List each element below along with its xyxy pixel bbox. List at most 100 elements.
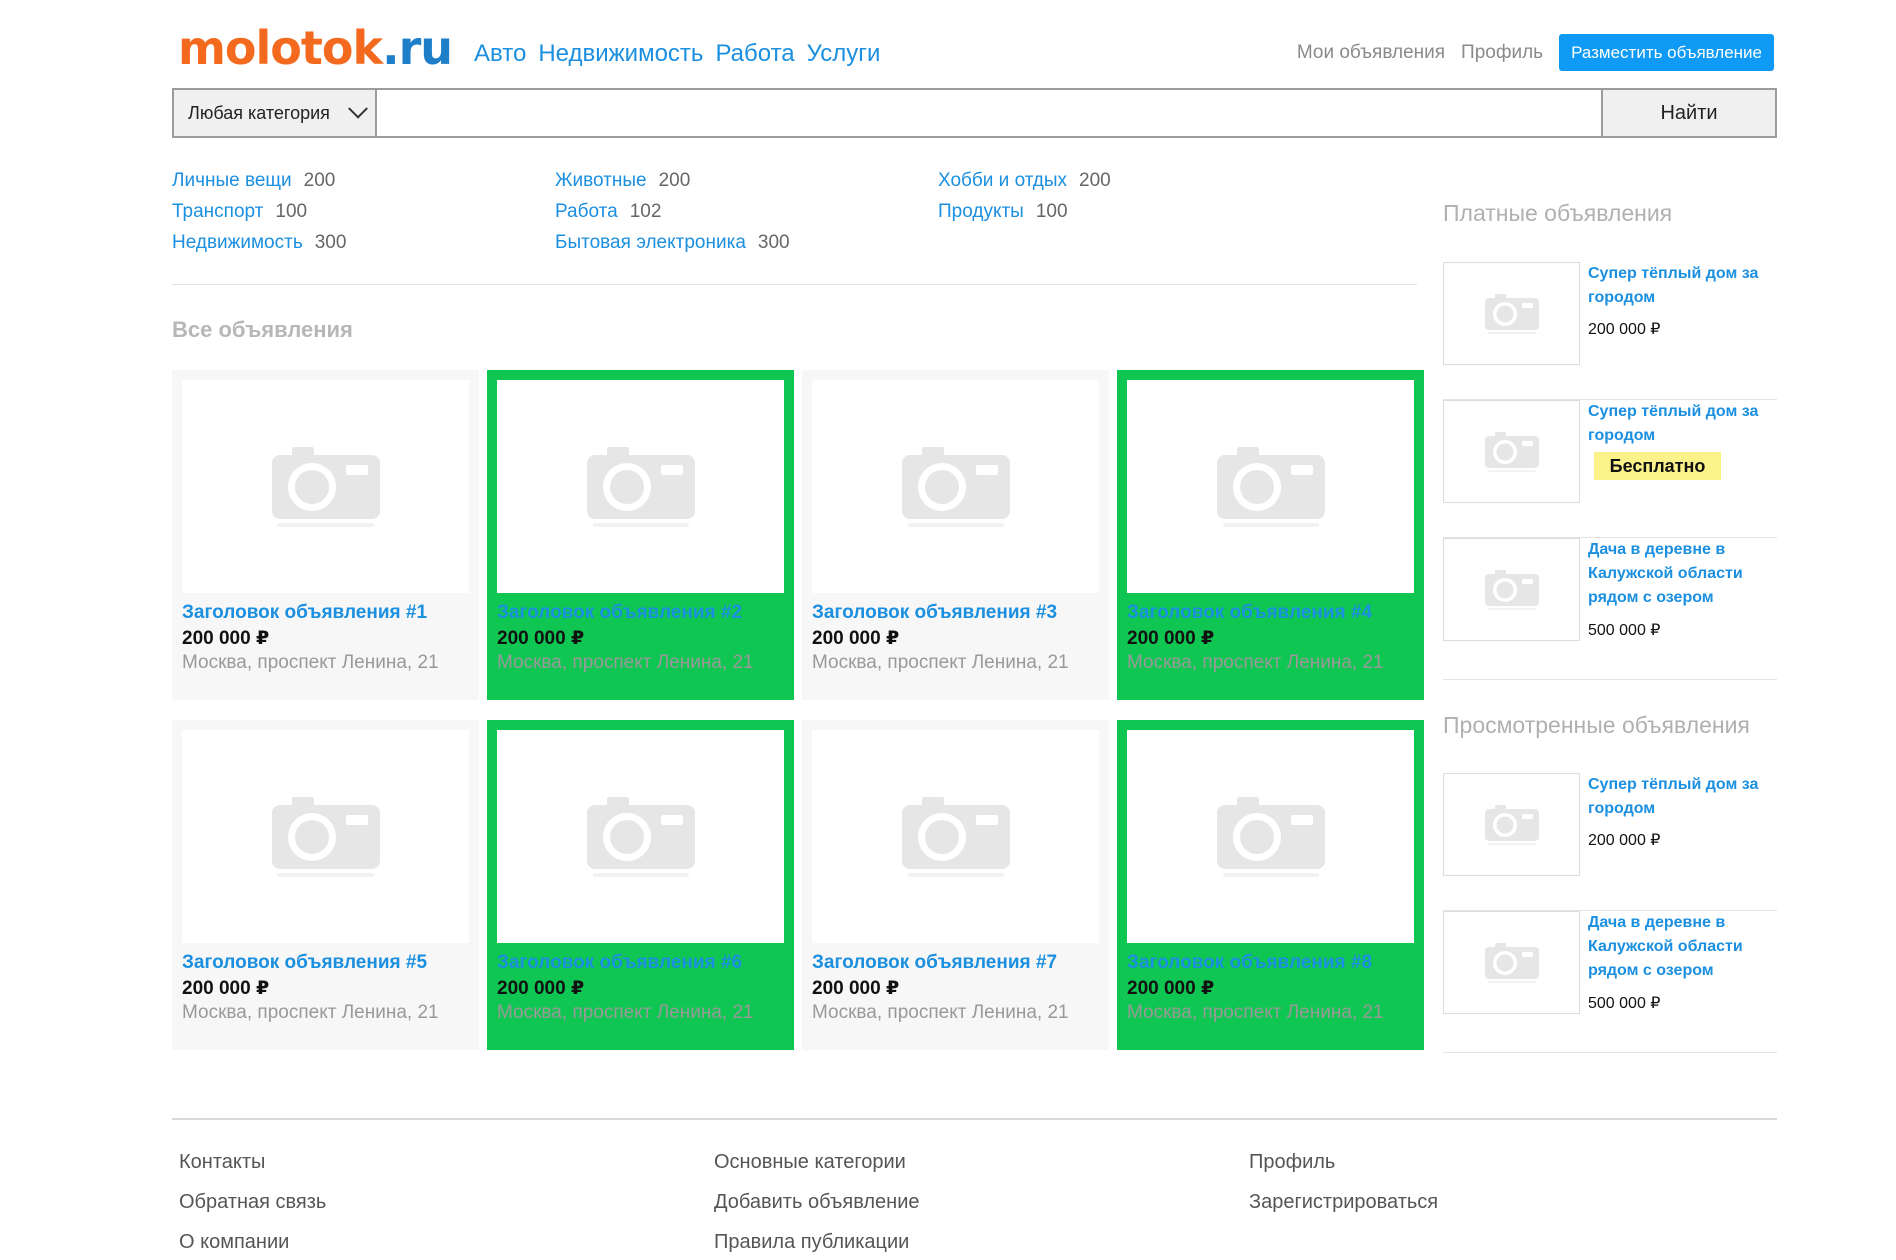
listing-price: 200 000 ₽ (812, 978, 900, 999)
nav-link-auto[interactable]: Авто (474, 40, 526, 68)
footer-column: Основные категории Добавить объявление П… (714, 1150, 920, 1260)
footer-link-add-ad[interactable]: Добавить объявление (714, 1190, 920, 1230)
footer-link-register[interactable]: Зарегистрироваться (1249, 1190, 1438, 1230)
category-item: Животные 200 (555, 170, 790, 201)
listing-photo[interactable] (497, 730, 784, 943)
listing-title[interactable]: Заголовок объявления #6 (497, 952, 742, 974)
category-link[interactable]: Бытовая электроника (555, 232, 746, 253)
post-ad-button[interactable]: Разместить объявление (1559, 34, 1774, 71)
category-link[interactable]: Работа (555, 201, 618, 222)
listing-card[interactable]: Заголовок объявления #8 200 000 ₽ Москва… (1117, 720, 1424, 1050)
listing-price: 200 000 ₽ (497, 978, 585, 999)
listing-card[interactable]: Заголовок объявления #2 200 000 ₽ Москва… (487, 370, 794, 700)
viewed-ad-thumb[interactable] (1443, 773, 1580, 876)
listing-title[interactable]: Заголовок объявления #5 (182, 952, 427, 974)
category-count: 200 (303, 170, 336, 191)
listing-address: Москва, проспект Ленина, 21 (1127, 1002, 1384, 1023)
listing-photo[interactable] (182, 730, 469, 943)
category-link[interactable]: Недвижимость (172, 232, 303, 253)
paid-ad-title[interactable]: Супер тёплый дом за городом (1588, 262, 1773, 310)
category-select-value: Любая категория (188, 102, 330, 123)
camera-icon (1484, 804, 1539, 845)
nav-link-realty[interactable]: Недвижимость (538, 40, 703, 68)
listing-card[interactable]: Заголовок объявления #5 200 000 ₽ Москва… (172, 720, 479, 1050)
camera-icon (1484, 431, 1539, 472)
paid-ad-thumb[interactable] (1443, 262, 1580, 365)
category-link[interactable]: Продукты (938, 201, 1024, 222)
search-button[interactable]: Найти (1601, 90, 1775, 136)
viewed-ad-item[interactable]: Супер тёплый дом за городом 200 000 ₽ (1443, 773, 1777, 911)
category-count: 100 (1035, 201, 1068, 222)
category-link[interactable]: Личные вещи (172, 170, 292, 191)
listing-title[interactable]: Заголовок объявления #2 (497, 602, 742, 624)
listing-title[interactable]: Заголовок объявления #7 (812, 952, 1057, 974)
listing-card[interactable]: Заголовок объявления #1 200 000 ₽ Москва… (172, 370, 479, 700)
camera-icon (586, 796, 695, 877)
viewed-ad-price: 200 000 ₽ (1588, 832, 1661, 849)
header: molotok.ru Авто Недвижимость Работа Услу… (0, 0, 1896, 90)
paid-ad-thumb[interactable] (1443, 538, 1580, 641)
paid-ad-item[interactable]: Супер тёплый дом за городом Бесплатно (1443, 400, 1777, 538)
nav-link-jobs[interactable]: Работа (715, 40, 794, 68)
listing-price: 200 000 ₽ (1127, 978, 1215, 999)
category-link[interactable]: Хобби и отдых (938, 170, 1067, 191)
listing-photo[interactable] (812, 730, 1099, 943)
listing-card[interactable]: Заголовок объявления #3 200 000 ₽ Москва… (802, 370, 1109, 700)
footer-link-contacts[interactable]: Контакты (179, 1150, 326, 1190)
listing-title[interactable]: Заголовок объявления #1 (182, 602, 427, 624)
category-select[interactable]: Любая категория (174, 90, 377, 136)
listing-price: 200 000 ₽ (812, 628, 900, 649)
camera-icon (1216, 796, 1325, 877)
free-badge: Бесплатно (1594, 452, 1721, 480)
viewed-ad-title[interactable]: Супер тёплый дом за городом (1588, 773, 1773, 821)
listing-photo[interactable] (1127, 380, 1414, 593)
category-link[interactable]: Животные (555, 170, 647, 191)
logo[interactable]: molotok.ru (178, 20, 453, 76)
listing-card[interactable]: Заголовок объявления #7 200 000 ₽ Москва… (802, 720, 1109, 1050)
listing-price: 200 000 ₽ (182, 628, 270, 649)
category-item: Работа 102 (555, 201, 790, 232)
camera-icon (271, 796, 380, 877)
footer-link-categories[interactable]: Основные категории (714, 1150, 920, 1190)
paid-ad-title[interactable]: Дача в деревне в Калужской области рядом… (1588, 538, 1773, 610)
footer-link-feedback[interactable]: Обратная связь (179, 1190, 326, 1230)
viewed-ad-item[interactable]: Дача в деревне в Калужской области рядом… (1443, 911, 1777, 1053)
footer-link-about[interactable]: О компании (179, 1230, 326, 1260)
listing-title[interactable]: Заголовок объявления #8 (1127, 952, 1372, 974)
category-count: 102 (629, 201, 662, 222)
listing-title[interactable]: Заголовок объявления #4 (1127, 602, 1372, 624)
listing-card[interactable]: Заголовок объявления #6 200 000 ₽ Москва… (487, 720, 794, 1050)
listing-card[interactable]: Заголовок объявления #4 200 000 ₽ Москва… (1117, 370, 1424, 700)
category-count: 200 (658, 170, 691, 191)
listing-address: Москва, проспект Ленина, 21 (812, 1002, 1069, 1023)
listing-price: 200 000 ₽ (182, 978, 270, 999)
main-nav: Авто Недвижимость Работа Услуги (474, 40, 880, 68)
listing-photo[interactable] (1127, 730, 1414, 943)
category-link[interactable]: Транспорт (172, 201, 263, 222)
viewed-ad-title[interactable]: Дача в деревне в Калужской области рядом… (1588, 911, 1773, 983)
listing-title[interactable]: Заголовок объявления #3 (812, 602, 1057, 624)
footer-link-rules[interactable]: Правила публикации (714, 1230, 920, 1260)
profile-link[interactable]: Профиль (1461, 42, 1543, 64)
category-item: Бытовая электроника 300 (555, 232, 790, 263)
paid-ad-thumb[interactable] (1443, 400, 1580, 503)
footer: Контакты Обратная связь О компании Основ… (172, 1118, 1777, 1253)
camera-icon (1484, 293, 1539, 334)
viewed-ad-thumb[interactable] (1443, 911, 1580, 1014)
category-column: Личные вещи 200 Транспорт 100 Недвижимость… (172, 170, 346, 263)
paid-ad-item[interactable]: Супер тёплый дом за городом 200 000 ₽ (1443, 262, 1777, 400)
camera-icon (271, 446, 380, 527)
search-input[interactable] (377, 90, 1601, 136)
viewed-ads-title: Просмотренные объявления (1443, 712, 1750, 738)
user-nav: Мои объявления Профиль Разместить объявл… (1297, 34, 1774, 71)
nav-link-services[interactable]: Услуги (807, 40, 881, 68)
my-ads-link[interactable]: Мои объявления (1297, 42, 1445, 64)
footer-link-profile[interactable]: Профиль (1249, 1150, 1438, 1190)
paid-ad-title[interactable]: Супер тёплый дом за городом (1588, 400, 1773, 448)
paid-ad-item[interactable]: Дача в деревне в Калужской области рядом… (1443, 538, 1777, 680)
listing-photo[interactable] (497, 380, 784, 593)
listings-title: Все объявления (172, 317, 353, 342)
listing-photo[interactable] (812, 380, 1099, 593)
listing-price: 200 000 ₽ (1127, 628, 1215, 649)
listing-photo[interactable] (182, 380, 469, 593)
